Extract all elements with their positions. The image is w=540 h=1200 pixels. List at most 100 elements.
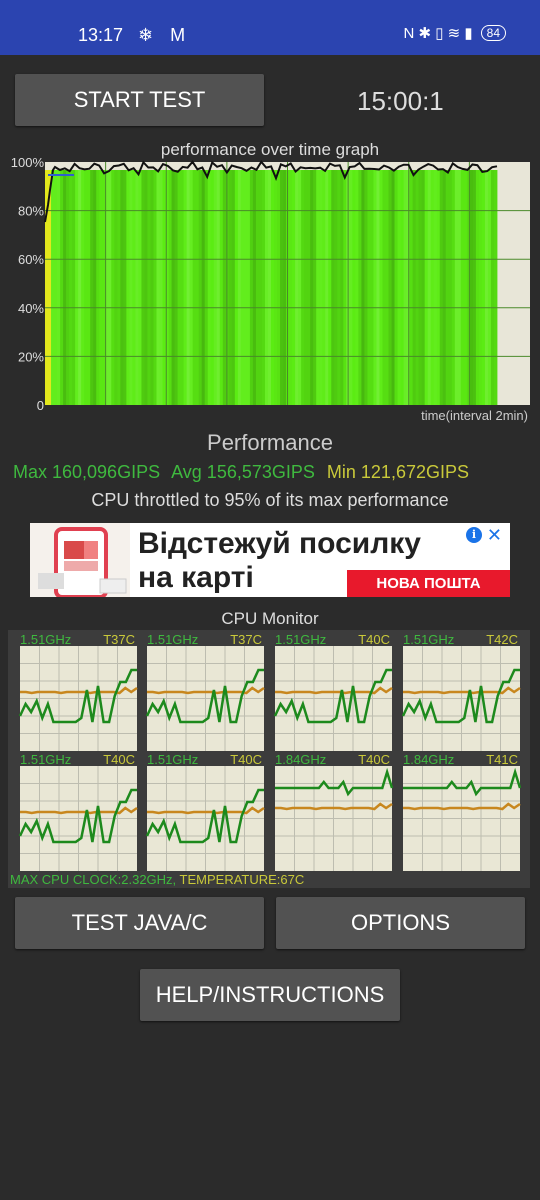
performance-bar — [307, 170, 311, 405]
performance-bar — [174, 170, 178, 405]
core-frequency-label: 1.51GHz — [147, 752, 198, 767]
graph-title: performance over time graph — [160, 140, 380, 159]
performance-bar — [156, 170, 160, 405]
performance-stats: Max 160,096GIPS Avg 156,573GIPS Min 121,… — [13, 462, 476, 483]
performance-bar — [352, 170, 356, 405]
performance-bar — [135, 170, 139, 405]
core-frequency-label: 1.51GHz — [147, 632, 198, 647]
performance-bar — [313, 170, 317, 405]
performance-bar — [159, 170, 163, 405]
performance-bar — [397, 170, 401, 405]
performance-bar — [319, 170, 323, 405]
performance-bar — [99, 170, 103, 405]
performance-bar — [84, 170, 88, 405]
y-tick-label: 20% — [18, 349, 44, 364]
performance-bar — [451, 170, 456, 405]
graph-x-caption: time(interval 2min) — [421, 408, 528, 423]
performance-bar — [289, 170, 293, 405]
ad-close-icon[interactable]: ✕ — [487, 525, 502, 546]
performance-bar — [331, 170, 335, 405]
help-instructions-button[interactable]: HELP/INSTRUCTIONS — [140, 969, 400, 1021]
ad-banner[interactable]: Відстежуй посилку на карті НОВА ПОШТА i … — [30, 523, 510, 597]
test-java-c-button[interactable]: TEST JAVA/C — [15, 897, 264, 949]
core-temperature-label: T37C — [103, 632, 135, 647]
performance-bar — [376, 170, 380, 405]
core-temperature-label: T41C — [486, 752, 518, 767]
performance-bar — [117, 170, 121, 405]
performance-bar — [120, 170, 124, 405]
performance-bar — [69, 170, 73, 405]
ad-headline: Відстежуй посилку — [138, 527, 421, 560]
performance-bar — [210, 170, 215, 405]
status-bar: 13:17 ❄ M N ✱ ▯ ≋ ▮ 84 — [0, 0, 540, 55]
performance-bar — [132, 170, 136, 405]
performance-bar — [340, 170, 344, 405]
performance-bar — [442, 170, 447, 405]
core-frequency-label: 1.84GHz — [275, 752, 326, 767]
performance-bar — [367, 170, 371, 405]
y-tick-label: 80% — [18, 204, 44, 219]
performance-bar — [72, 170, 76, 405]
performance-bar — [481, 170, 486, 405]
performance-bar — [322, 170, 326, 405]
performance-bar — [195, 170, 200, 405]
performance-bar — [418, 170, 423, 405]
performance-bar — [394, 170, 398, 405]
performance-bar — [334, 170, 338, 405]
performance-bar — [129, 170, 133, 405]
system-icons: N ✱ ▯ ≋ ▮ 84 — [403, 24, 506, 42]
performance-bar — [60, 170, 64, 405]
performance-bar — [231, 170, 236, 405]
performance-bar — [75, 170, 79, 405]
performance-graph: 100%80%60%40%20%0 time(interval 2min) — [11, 155, 530, 423]
avg-performance: Avg 156,573GIPS — [171, 462, 315, 482]
performance-bar — [126, 170, 130, 405]
performance-bar — [153, 170, 157, 405]
performance-bar — [177, 170, 181, 405]
performance-bar — [249, 170, 254, 405]
performance-bar — [240, 170, 245, 405]
performance-title: Performance — [207, 430, 333, 455]
max-temperature: TEMPERATURE:67C — [179, 872, 305, 887]
cpu-core-chart: 1.51GHz T40C — [273, 632, 393, 751]
performance-bar — [409, 170, 414, 405]
max-cpu-clock: MAX CPU CLOCK:2.32GHz, — [10, 872, 177, 887]
performance-bar — [186, 170, 191, 405]
ad-info-icon[interactable]: i — [466, 527, 482, 543]
performance-bar — [111, 170, 115, 405]
throttle-summary: CPU throttled to 95% of its max performa… — [91, 490, 449, 510]
performance-bar — [207, 170, 212, 405]
performance-bar — [439, 170, 444, 405]
ad-phone-illustration — [30, 523, 130, 597]
min-performance: Min 121,672GIPS — [326, 462, 469, 482]
y-tick-label: 60% — [18, 252, 44, 267]
performance-bar — [108, 170, 112, 405]
performance-bar — [403, 170, 407, 405]
ad-subline: на карті — [138, 561, 254, 594]
performance-bar — [412, 170, 417, 405]
performance-bar — [252, 170, 257, 405]
performance-bar — [228, 170, 233, 405]
performance-bar — [258, 170, 263, 405]
performance-bar — [96, 170, 100, 405]
performance-bar — [415, 170, 420, 405]
options-button[interactable]: OPTIONS — [276, 897, 525, 949]
performance-bar — [78, 170, 82, 405]
core-temperature-label: T42C — [486, 632, 518, 647]
core-frequency-label: 1.51GHz — [275, 632, 326, 647]
core-temperature-label: T40C — [358, 752, 390, 767]
battery-icon: 84 — [480, 25, 506, 41]
cpu-core-chart: 1.51GHz T40C — [18, 752, 138, 871]
performance-bar — [370, 170, 374, 405]
performance-bar — [388, 170, 392, 405]
start-test-button[interactable]: START TEST — [15, 74, 264, 126]
notification-icons: ❄ M — [138, 25, 192, 45]
performance-bar — [90, 170, 94, 405]
performance-bar — [171, 170, 175, 405]
performance-bar — [237, 170, 242, 405]
y-axis-ticks: 100%80%60%40%20%0 — [11, 155, 45, 413]
performance-bar — [246, 170, 251, 405]
performance-bar — [225, 170, 230, 405]
performance-bar — [243, 170, 248, 405]
performance-bar — [183, 170, 188, 405]
